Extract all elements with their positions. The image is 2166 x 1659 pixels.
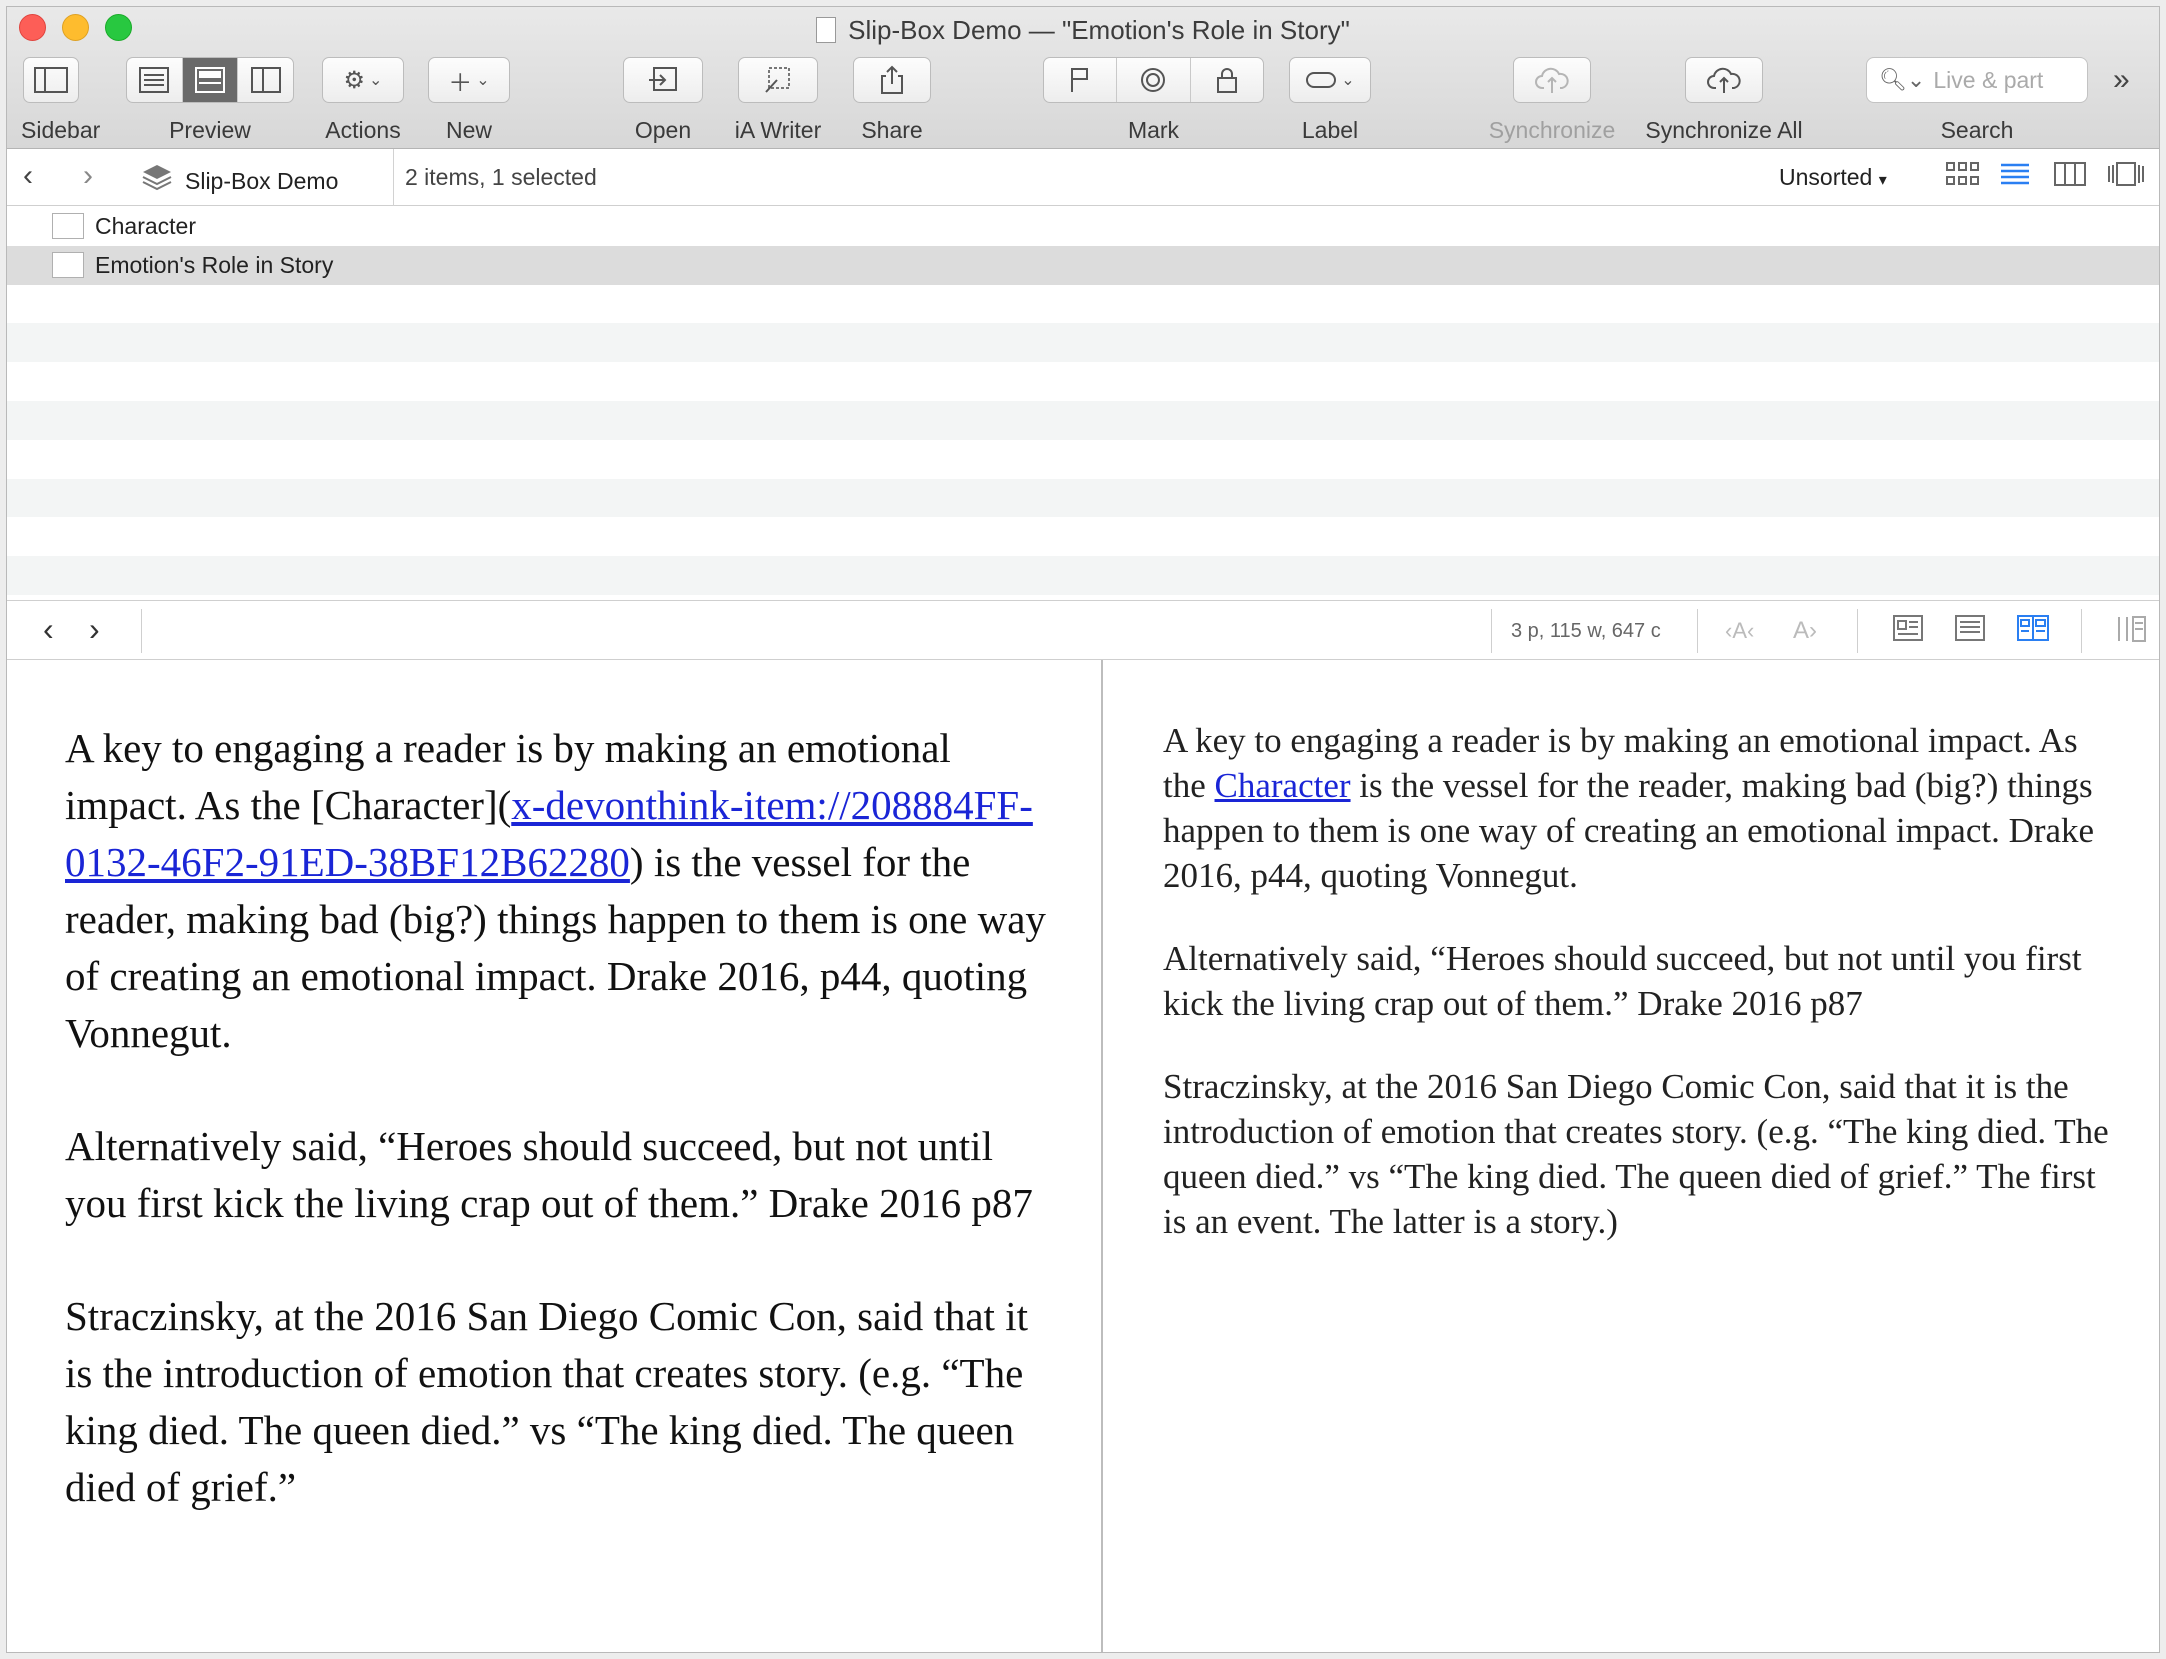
flag-icon[interactable] bbox=[1044, 58, 1118, 102]
new-label: New bbox=[445, 117, 492, 143]
sort-dropdown[interactable]: Unsorted ▾ bbox=[1779, 164, 1887, 191]
ia-writer-button[interactable] bbox=[738, 57, 818, 103]
item-list: Character Emotion's Role in Story bbox=[7, 207, 2159, 600]
share-button[interactable] bbox=[853, 57, 931, 103]
split-view-icon[interactable] bbox=[2017, 615, 2049, 648]
preview-split-icon[interactable] bbox=[182, 58, 239, 102]
preview-label: Preview bbox=[169, 117, 251, 143]
share-label: Share bbox=[861, 117, 923, 143]
gear-icon: ⚙ ⌄ bbox=[343, 66, 383, 94]
editor-divider bbox=[1491, 609, 1492, 653]
item-count-label: 2 items, 1 selected bbox=[405, 164, 597, 190]
editor-forward-icon[interactable]: › bbox=[89, 611, 100, 648]
list-item[interactable]: Character bbox=[7, 207, 2159, 246]
markdown-source-pane[interactable]: A key to engaging a reader is by making … bbox=[7, 660, 1103, 1652]
open-label: Open bbox=[634, 117, 692, 143]
editor-divider bbox=[1697, 609, 1698, 653]
forward-arrow-icon[interactable]: › bbox=[83, 159, 93, 193]
rendered-preview-pane: A key to engaging a reader is by making … bbox=[1105, 660, 2159, 1652]
preview-side-icon[interactable] bbox=[238, 58, 293, 102]
item-title: Emotion's Role in Story bbox=[95, 251, 334, 278]
editor-divider bbox=[2081, 609, 2082, 653]
synchronize-button[interactable] bbox=[1513, 57, 1591, 103]
lock-icon[interactable] bbox=[1191, 58, 1263, 102]
label-button[interactable]: ⌄ bbox=[1289, 57, 1371, 103]
back-arrow-icon[interactable]: ‹ bbox=[23, 159, 33, 193]
ia-writer-icon bbox=[739, 58, 817, 102]
label-tag-icon: ⌄ bbox=[1290, 58, 1370, 102]
document-icon bbox=[816, 17, 837, 43]
character-link[interactable]: Character bbox=[1215, 766, 1351, 805]
actions-label: Actions bbox=[325, 117, 401, 143]
cover-flow-view-icon[interactable] bbox=[2107, 161, 2145, 194]
empty-row bbox=[7, 323, 2159, 363]
source-view-icon[interactable] bbox=[1893, 615, 1923, 648]
open-external-icon bbox=[624, 58, 702, 102]
source-paragraph: Straczinsky, at the 2016 San Diego Comic… bbox=[65, 1293, 1028, 1510]
empty-row bbox=[7, 478, 2159, 518]
preview-paragraph: Alternatively said, “Heroes should succe… bbox=[1163, 939, 2082, 1023]
sidebar-label: Sidebar bbox=[21, 117, 101, 143]
label-label: Label bbox=[1301, 117, 1359, 143]
cloud-sync-all-icon bbox=[1686, 58, 1762, 102]
toolbar-overflow-icon[interactable]: » bbox=[2113, 63, 2130, 97]
search-icon: 🔍︎⌄ bbox=[1879, 67, 1926, 92]
empty-row bbox=[7, 285, 2159, 324]
increase-font-icon[interactable]: A› bbox=[1793, 617, 1817, 645]
synchronize-all-button[interactable] bbox=[1685, 57, 1763, 103]
editor-divider bbox=[141, 609, 142, 653]
open-button[interactable] bbox=[623, 57, 703, 103]
synchronize-all-label: Synchronize All bbox=[1645, 117, 1803, 143]
document-stats: 3 p, 115 w, 647 c bbox=[1511, 620, 1661, 642]
decrease-font-icon[interactable]: ‹A‹ bbox=[1725, 618, 1754, 644]
source-paragraph: A key to engaging a reader is by making … bbox=[65, 725, 1046, 1056]
mark-segmented-control[interactable] bbox=[1043, 57, 1264, 103]
empty-row bbox=[7, 400, 2159, 440]
app-window: Slip-Box Demo — "Emotion's Role in Story… bbox=[6, 6, 2160, 1653]
cloud-sync-icon bbox=[1514, 58, 1590, 102]
preview-paragraph: Straczinsky, at the 2016 San Diego Comic… bbox=[1163, 1067, 2109, 1241]
item-checkbox[interactable] bbox=[52, 251, 84, 278]
empty-row bbox=[7, 362, 2159, 401]
list-view-icon[interactable] bbox=[1999, 161, 2031, 194]
editor-toolbar: ‹ › 3 p, 115 w, 647 c ‹A‹ A› bbox=[7, 600, 2159, 660]
synchronize-label: Synchronize bbox=[1488, 117, 1616, 143]
path-divider bbox=[393, 149, 394, 206]
item-title: Character bbox=[95, 213, 196, 239]
path-bar: ‹ › Slip-Box Demo 2 items, 1 selected Un… bbox=[7, 149, 2159, 206]
list-item-selected[interactable]: Emotion's Role in Story bbox=[7, 245, 2159, 285]
editor-divider bbox=[1857, 609, 1858, 653]
sidebar-button[interactable] bbox=[23, 57, 79, 103]
preview-view-icon[interactable] bbox=[1955, 615, 1985, 648]
sidebar-icon bbox=[24, 58, 78, 102]
icon-view-icon[interactable] bbox=[1945, 161, 1981, 194]
window-title: Slip-Box Demo — "Emotion's Role in Story… bbox=[7, 15, 2159, 46]
search-input[interactable]: 🔍︎⌄ Live & part bbox=[1866, 57, 2088, 103]
database-breadcrumb[interactable]: Slip-Box Demo bbox=[141, 163, 338, 200]
database-stack-icon bbox=[141, 163, 173, 200]
share-icon bbox=[854, 58, 930, 102]
editor-back-icon[interactable]: ‹ bbox=[43, 611, 54, 648]
search-label: Search bbox=[1940, 117, 2014, 143]
preview-paragraph: A key to engaging a reader is by making … bbox=[1163, 721, 2095, 895]
inspector-icon[interactable] bbox=[2115, 615, 2147, 650]
unread-icon[interactable] bbox=[1117, 58, 1191, 102]
empty-row bbox=[7, 556, 2159, 595]
empty-row bbox=[7, 517, 2159, 556]
source-paragraph: Alternatively said, “Heroes should succe… bbox=[65, 1123, 1033, 1226]
ia-writer-label: iA Writer bbox=[734, 117, 822, 143]
empty-row bbox=[7, 440, 2159, 479]
preview-list-icon[interactable] bbox=[127, 58, 183, 102]
column-view-icon[interactable] bbox=[2053, 161, 2087, 194]
titlebar: Slip-Box Demo — "Emotion's Role in Story… bbox=[7, 7, 2159, 149]
mark-label: Mark bbox=[1127, 117, 1180, 143]
plus-icon: ＋ ⌄ bbox=[448, 69, 490, 97]
item-checkbox[interactable] bbox=[52, 213, 84, 239]
actions-button[interactable]: ⚙ ⌄ bbox=[322, 57, 404, 103]
new-button[interactable]: ＋ ⌄ bbox=[428, 57, 510, 103]
preview-segmented-control[interactable] bbox=[126, 57, 294, 103]
